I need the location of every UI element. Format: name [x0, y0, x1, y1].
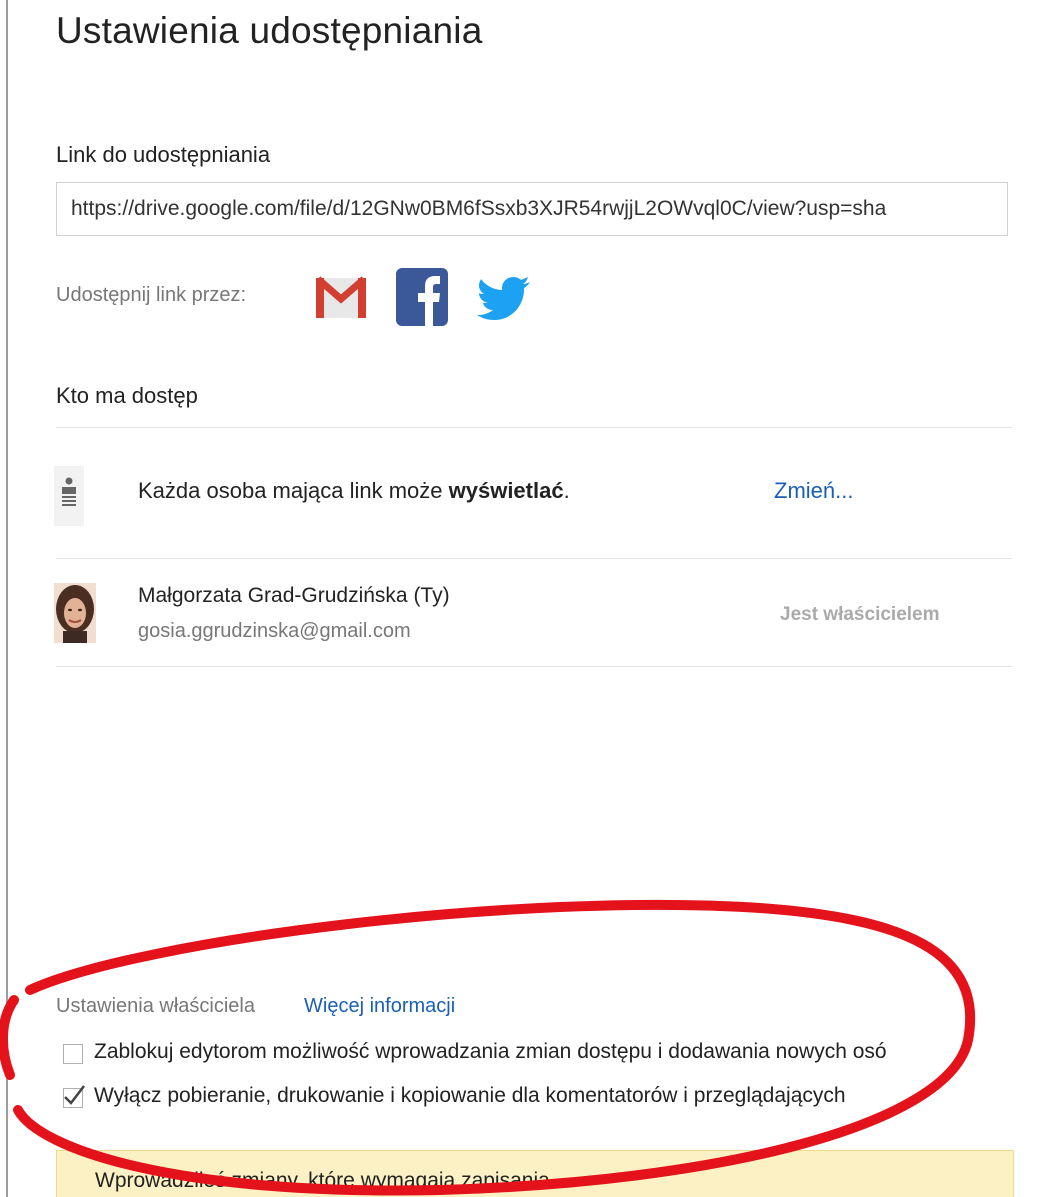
- disable-download-label[interactable]: Wyłącz pobieranie, drukowanie i kopiowan…: [94, 1084, 846, 1108]
- owner-settings-label: Ustawienia właściciela: [56, 995, 255, 1017]
- share-link-field[interactable]: https://drive.google.com/file/d/12GNw0BM…: [56, 182, 1008, 236]
- divider: [56, 427, 1012, 428]
- gmail-share-button[interactable]: [313, 266, 369, 326]
- gmail-icon: [315, 276, 367, 318]
- owner-email: gosia.ggrudzinska@gmail.com: [138, 620, 411, 642]
- scrollbar[interactable]: ˄: [1026, 0, 1048, 1197]
- share-link-label: Link do udostępniania: [56, 142, 271, 167]
- avatar-photo: [54, 583, 96, 643]
- owner-role-label: Jest właścicielem: [780, 604, 940, 625]
- twitter-icon: [477, 277, 530, 320]
- person-link-icon: [62, 477, 76, 506]
- link-access-period: .: [563, 478, 570, 503]
- sharing-settings-dialog: ˄ Ustawienia udostępniania Link do udost…: [0, 0, 1048, 1197]
- share-via-label: Udostępnij link przez:: [56, 284, 247, 306]
- link-access-text: Każda osoba mająca link może: [138, 478, 449, 503]
- who-has-access-label: Kto ma dostęp: [56, 383, 198, 408]
- link-access-row-icon: [54, 466, 84, 526]
- divider: [56, 558, 1012, 559]
- twitter-share-button[interactable]: [472, 266, 530, 326]
- link-access-description: Każda osoba mająca link może wyświetlać.: [138, 478, 570, 504]
- window-edge: [6, 0, 8, 1197]
- block-editors-label[interactable]: Zablokuj edytorom możliwość wprowadzania…: [94, 1040, 887, 1064]
- facebook-icon: [396, 268, 448, 326]
- divider: [56, 666, 1012, 667]
- facebook-share-button[interactable]: [394, 266, 450, 326]
- more-info-link[interactable]: Więcej informacji: [304, 995, 455, 1018]
- block-editors-checkbox[interactable]: [63, 1044, 83, 1064]
- unsaved-changes-banner: Wprowadziłeś zmiany, które wymagają zapi…: [56, 1150, 1014, 1197]
- checkmark-icon: [64, 1085, 85, 1105]
- owner-avatar: [54, 583, 96, 643]
- dialog-title: Ustawienia udostępniania: [56, 10, 483, 51]
- change-access-link[interactable]: Zmień...: [774, 478, 853, 504]
- owner-name: Małgorzata Grad-Grudzińska (Ty): [138, 584, 450, 607]
- link-access-permission: wyświetlać: [448, 478, 564, 503]
- unsaved-changes-text: Wprowadziłeś zmiany, które wymagają zapi…: [95, 1169, 556, 1192]
